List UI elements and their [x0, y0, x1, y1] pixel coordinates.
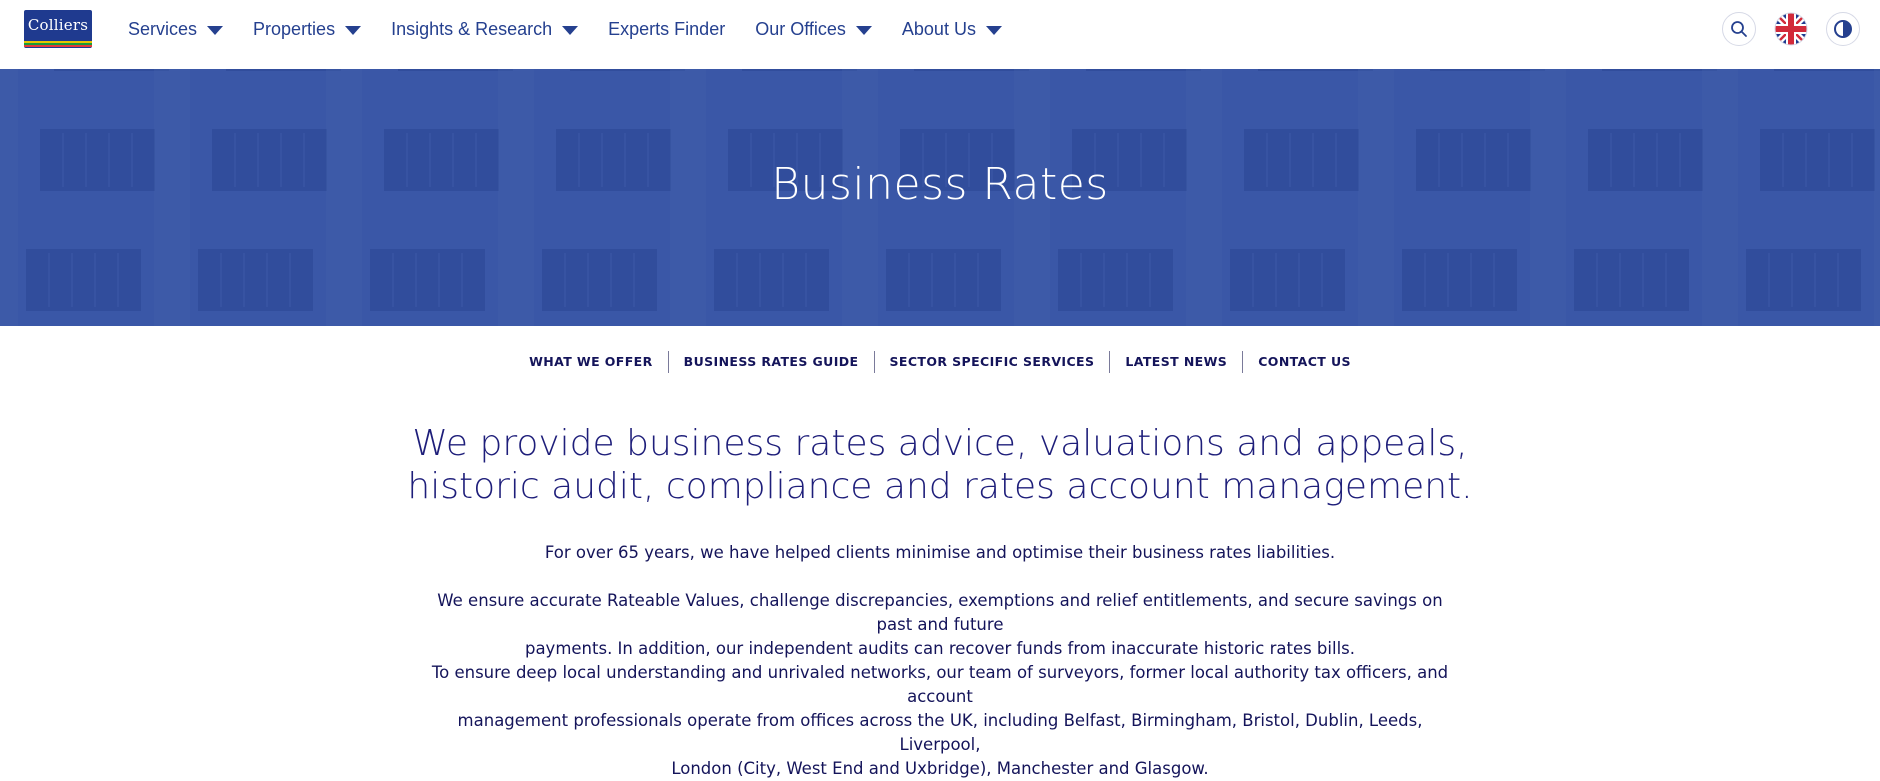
subnav-sector-specific-services[interactable]: SECTOR SPECIFIC SERVICES — [873, 351, 1110, 373]
nav-label: Properties — [253, 18, 336, 39]
subnav-what-we-offer[interactable]: WHAT WE OFFER — [514, 351, 668, 373]
subnav-business-rates-guide[interactable]: BUSINESS RATES GUIDE — [667, 351, 874, 373]
nav-label: About Us — [901, 18, 976, 39]
caret-down-icon — [855, 25, 872, 35]
headline-line: historic audit, compliance and rates acc… — [407, 466, 1473, 507]
intro-paragraph-2: We ensure accurate Rateable Values, chal… — [420, 589, 1460, 661]
caret-down-icon — [985, 25, 1002, 35]
logo-stripes — [24, 41, 92, 48]
nav-item-about-us[interactable]: About Us — [902, 19, 1002, 40]
nav-label: Insights & Research — [391, 18, 553, 39]
nav-item-insights-research[interactable]: Insights & Research — [391, 18, 579, 40]
section-subnav: WHAT WE OFFER BUSINESS RATES GUIDE SECTO… — [0, 350, 1880, 374]
hero-banner: Business Rates — [0, 69, 1880, 326]
paragraph-line: management professionals operate from of… — [457, 711, 1423, 754]
paragraph-line: To ensure deep local understanding and u… — [431, 663, 1449, 706]
contrast-toggle-button[interactable] — [1826, 12, 1860, 46]
nav-item-our-offices[interactable]: Our Offices — [755, 19, 872, 40]
subnav-latest-news[interactable]: LATEST NEWS — [1109, 351, 1242, 373]
contrast-icon — [1834, 20, 1852, 38]
nav-label: Our Offices — [755, 18, 846, 39]
logo-text: Colliers — [27, 16, 89, 34]
nav-item-properties[interactable]: Properties — [253, 18, 362, 40]
nav-item-experts-finder[interactable]: Experts Finder — [608, 19, 725, 40]
search-icon — [1731, 21, 1747, 37]
search-button[interactable] — [1722, 12, 1756, 46]
paragraph-line: We ensure accurate Rateable Values, chal… — [437, 591, 1443, 634]
nav-item-services[interactable]: Services — [128, 18, 224, 40]
colliers-logo[interactable]: Colliers — [24, 10, 92, 48]
intro-paragraph-1: For over 65 years, we have helped client… — [544, 543, 1336, 562]
caret-down-icon — [345, 25, 362, 35]
main-nav: Services Properties Insights & Research … — [128, 0, 1032, 58]
language-button[interactable] — [1774, 12, 1808, 46]
caret-down-icon — [562, 25, 579, 35]
intro-headline: We provide business rates advice, valuat… — [400, 422, 1480, 508]
page-title: Business Rates — [771, 159, 1109, 210]
paragraph-line: London (City, West End and Uxbridge), Ma… — [671, 759, 1209, 778]
caret-down-icon — [207, 25, 224, 35]
subnav-contact-us[interactable]: CONTACT US — [1242, 351, 1366, 373]
nav-label: Services — [128, 18, 198, 39]
uk-flag-icon — [1774, 12, 1808, 46]
paragraph-line: payments. In addition, our independent a… — [524, 639, 1356, 658]
intro-paragraph-3: To ensure deep local understanding and u… — [418, 661, 1462, 781]
nav-label: Experts Finder — [608, 18, 726, 39]
site-header: Colliers Services Properties Insights & … — [0, 0, 1880, 69]
headline-line: We provide business rates advice, valuat… — [412, 423, 1468, 464]
